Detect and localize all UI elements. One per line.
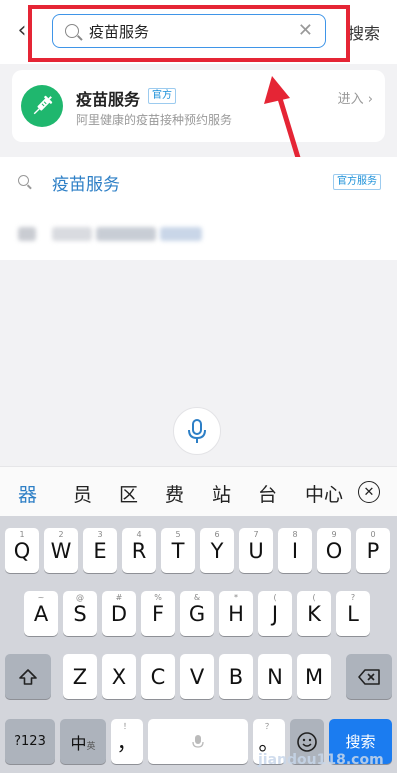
key-w[interactable]: 2W bbox=[44, 528, 78, 573]
key-y[interactable]: 6Y bbox=[200, 528, 234, 573]
candidate-item[interactable]: 站 bbox=[212, 480, 231, 507]
search-header: ‹ ✕ 搜索 bbox=[0, 0, 397, 64]
backspace-key[interactable] bbox=[346, 654, 392, 699]
key-m[interactable]: M bbox=[297, 654, 331, 699]
shift-icon bbox=[19, 668, 37, 685]
language-switch-key[interactable]: 中英 bbox=[60, 719, 106, 764]
syringe-icon bbox=[21, 85, 63, 127]
key-x[interactable]: X bbox=[102, 654, 136, 699]
candidate-bar: 器 员 区 费 站 台 中心 ✕ bbox=[0, 466, 397, 516]
result-description: 阿里健康的疫苗接种预约服务 bbox=[76, 113, 233, 127]
back-button[interactable]: ‹ bbox=[12, 16, 32, 44]
keyboard: 1Q 2W 3E 4R 5T 6Y 7U 8I 9O 0P ~ A @ S # D %… bbox=[0, 516, 397, 773]
key-n[interactable]: N bbox=[258, 654, 292, 699]
key-t[interactable]: 5T bbox=[161, 528, 195, 573]
microphone-icon bbox=[192, 734, 204, 748]
key-o[interactable]: 9O bbox=[317, 528, 351, 573]
watermark: jiandou118.com bbox=[258, 752, 384, 768]
result-title: 疫苗服务 bbox=[76, 90, 141, 109]
key-q[interactable]: 1Q bbox=[5, 528, 39, 573]
key-b[interactable]: B bbox=[219, 654, 253, 699]
suggestion-item[interactable]: 疫苗服务 官方服务 bbox=[0, 157, 397, 205]
key-k[interactable]: (K bbox=[297, 591, 331, 636]
key-s[interactable]: @ S bbox=[63, 591, 97, 636]
key-h[interactable]: * H bbox=[219, 591, 253, 636]
candidate-item[interactable]: 台 bbox=[258, 480, 277, 507]
backspace-icon bbox=[358, 668, 380, 685]
search-icon bbox=[18, 175, 29, 186]
close-candidates-icon[interactable]: ✕ bbox=[358, 481, 380, 503]
voice-input-button[interactable] bbox=[173, 407, 221, 455]
key-p[interactable]: 0P bbox=[356, 528, 390, 573]
candidate-item[interactable]: 费 bbox=[165, 480, 184, 507]
key-e[interactable]: 3E bbox=[83, 528, 117, 573]
key-f[interactable]: % F bbox=[141, 591, 175, 636]
key-r[interactable]: 4R bbox=[122, 528, 156, 573]
key-i[interactable]: 8I bbox=[278, 528, 312, 573]
chevron-left-icon: ‹ bbox=[17, 17, 27, 43]
key-j[interactable]: (J bbox=[258, 591, 292, 636]
candidate-item[interactable]: 器 bbox=[18, 480, 37, 507]
shift-key[interactable] bbox=[5, 654, 51, 699]
official-service-badge: 官方服务 bbox=[333, 174, 381, 190]
key-v[interactable]: V bbox=[180, 654, 214, 699]
search-input[interactable] bbox=[89, 16, 289, 46]
comma-key[interactable]: ！， bbox=[111, 719, 143, 764]
space-key[interactable] bbox=[148, 719, 248, 764]
close-icon[interactable]: ✕ bbox=[298, 20, 313, 42]
emoji-icon bbox=[297, 731, 317, 752]
service-result-card[interactable]: 疫苗服务 官方 阿里健康的疫苗接种预约服务 进入 › bbox=[12, 70, 385, 142]
candidate-item[interactable]: 区 bbox=[119, 480, 138, 507]
candidate-item[interactable]: 中心 bbox=[305, 480, 343, 507]
key-d[interactable]: # D bbox=[102, 591, 136, 636]
search-icon bbox=[65, 24, 79, 38]
key-a[interactable]: ~ A bbox=[24, 591, 58, 636]
suggestion-text: 疫苗服务 bbox=[52, 175, 120, 195]
enter-label: 进入 bbox=[337, 92, 364, 107]
search-box[interactable]: ✕ bbox=[52, 14, 326, 48]
microphone-icon bbox=[188, 419, 206, 443]
blurred-suggestion[interactable] bbox=[0, 205, 397, 260]
chevron-right-icon: › bbox=[367, 92, 373, 107]
key-z[interactable]: Z bbox=[63, 654, 97, 699]
key-c[interactable]: C bbox=[141, 654, 175, 699]
search-button[interactable]: 搜索 bbox=[348, 20, 380, 44]
candidate-item[interactable]: 员 bbox=[73, 480, 92, 507]
numbers-key[interactable]: ?123 bbox=[5, 719, 55, 764]
official-badge: 官方 bbox=[148, 88, 176, 104]
enter-link[interactable]: 进入 › bbox=[338, 88, 373, 107]
key-l[interactable]: ? L bbox=[336, 591, 370, 636]
key-g[interactable]: & G bbox=[180, 591, 214, 636]
key-u[interactable]: 7U bbox=[239, 528, 273, 573]
